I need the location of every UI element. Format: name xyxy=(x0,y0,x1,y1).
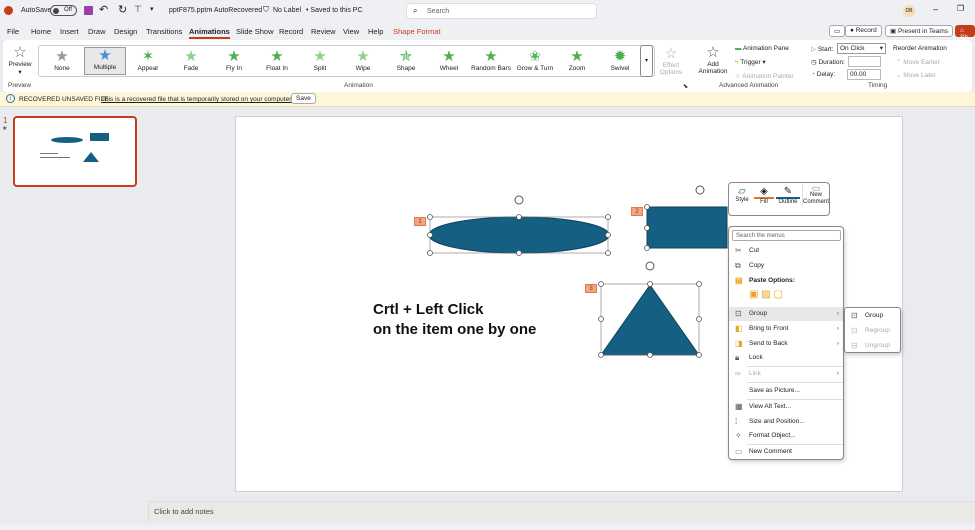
menu-item-send-to-back[interactable]: ◨ Send to Back › xyxy=(729,337,843,351)
menu-item-group[interactable]: ⊡ Group › xyxy=(729,307,843,321)
submenu-regroup-label: Regroup xyxy=(865,327,890,334)
style-button[interactable]: ▱ Style xyxy=(732,186,752,203)
slide-text-line-1: Crtl + Left Click xyxy=(373,301,484,318)
fill-label: Fill xyxy=(760,199,768,205)
menu-item-view-alt-text[interactable]: ▦ View Alt Text... xyxy=(729,400,843,414)
copy-label: Copy xyxy=(749,262,765,269)
link-icon: ∞ xyxy=(735,369,741,378)
menu-item-new-comment[interactable]: ▭ New Comment xyxy=(729,445,843,459)
save-picture-label: Save as Picture... xyxy=(749,387,800,394)
group-icon: ⊡ xyxy=(851,311,858,320)
lock-label: Lock xyxy=(749,354,763,361)
rectangle-shape[interactable] xyxy=(646,206,728,249)
animation-tag-1[interactable]: 1 xyxy=(414,217,426,226)
copy-icon: ⧉ xyxy=(735,261,741,270)
notes-pane[interactable]: Click to add notes xyxy=(148,501,975,522)
context-menu: Search the menus ✂ Cut ⧉ Copy ▤ Paste Optio… xyxy=(728,226,844,460)
menu-search-placeholder: Search the menus xyxy=(736,233,785,239)
new-comment-button[interactable]: ▭ New Comment xyxy=(802,183,830,206)
chevron-right-icon: › xyxy=(836,370,839,377)
regroup-icon: ⊡ xyxy=(851,326,858,335)
menu-item-link: ∞ Link › xyxy=(729,367,843,381)
ellipse-shape[interactable] xyxy=(428,216,610,254)
menu-item-copy[interactable]: ⧉ Copy xyxy=(729,259,843,273)
paste-options-label: Paste Options: xyxy=(749,277,795,284)
format-object-label: Format Object... xyxy=(749,432,796,439)
menu-item-lock[interactable]: 🔒︎ Lock xyxy=(729,351,843,365)
slide-text-line-2: on the item one by one xyxy=(373,321,537,338)
outline-button[interactable]: ✎ Outline xyxy=(776,186,800,205)
fill-icon: ◈ xyxy=(754,186,774,199)
new-comment-label: New Comment xyxy=(803,192,830,205)
menu-item-size-position[interactable]: ⁞ Size and Position... xyxy=(729,415,843,429)
menu-item-cut[interactable]: ✂ Cut xyxy=(729,244,843,258)
animation-tag-2[interactable]: 2 xyxy=(631,207,643,216)
size-position-label: Size and Position... xyxy=(749,418,805,425)
paste-options-heading: ▤ Paste Options: xyxy=(729,274,843,288)
alt-text-icon: ▦ xyxy=(735,402,743,411)
mini-toolbar: ▱ Style ◈ Fill ✎ Outline ▭ New Comment xyxy=(728,182,830,216)
paste-keep-formatting-icon[interactable]: ▣ xyxy=(749,289,758,300)
send-back-icon: ◨ xyxy=(735,339,743,348)
cut-label: Cut xyxy=(749,247,760,254)
group-icon: ⊡ xyxy=(735,309,742,318)
group-label: Group xyxy=(749,310,768,317)
notes-placeholder: Click to add notes xyxy=(154,507,214,516)
ungroup-icon: ⊟ xyxy=(851,341,858,350)
style-icon: ▱ xyxy=(738,186,746,197)
new-comment-icon: ▭ xyxy=(735,447,743,456)
scissors-icon: ✂ xyxy=(735,246,742,255)
group-submenu: ⊡ Group ⊡ Regroup ⊟ Ungroup xyxy=(844,307,901,353)
paste-picture-icon[interactable]: ▨ xyxy=(761,289,770,300)
slide-text[interactable]: Crtl + Left Click on the item one by one xyxy=(373,300,536,340)
submenu-item-group[interactable]: ⊡ Group xyxy=(845,309,900,323)
lock-icon: 🔒︎ xyxy=(735,353,740,362)
new-comment-menu-label: New Comment xyxy=(749,448,792,455)
submenu-group-label: Group xyxy=(865,312,884,319)
submenu-item-regroup: ⊡ Regroup xyxy=(845,324,900,338)
menu-search-input[interactable]: Search the menus xyxy=(732,230,841,241)
chevron-right-icon: › xyxy=(836,310,839,317)
animation-tag-3[interactable]: 3 xyxy=(585,284,597,293)
bring-front-icon: ◧ xyxy=(735,324,743,333)
clipboard-icon: ▤ xyxy=(735,276,743,285)
menu-item-bring-to-front[interactable]: ◧ Bring to Front › xyxy=(729,322,843,336)
submenu-item-ungroup: ⊟ Ungroup xyxy=(845,339,900,353)
size-position-icon: ⁞ xyxy=(735,417,738,426)
bring-front-label: Bring to Front xyxy=(749,325,789,332)
chevron-right-icon: › xyxy=(836,340,839,347)
format-object-icon: ✧ xyxy=(735,431,742,440)
style-label: Style xyxy=(735,197,749,203)
outline-label: Outline xyxy=(778,199,798,205)
status-bar xyxy=(0,524,975,530)
send-back-label: Send to Back xyxy=(749,340,788,347)
paste-options-row: ▣ ▨ ▢ xyxy=(749,289,783,300)
chevron-right-icon: › xyxy=(836,325,839,332)
link-label: Link xyxy=(749,370,761,377)
paste-text-only-icon[interactable]: ▢ xyxy=(773,289,782,300)
outline-icon: ✎ xyxy=(776,186,800,199)
menu-separator xyxy=(747,382,843,383)
menu-item-format-object[interactable]: ✧ Format Object... xyxy=(729,429,843,443)
fill-button[interactable]: ◈ Fill xyxy=(754,186,774,205)
triangle-shape[interactable] xyxy=(600,283,700,356)
menu-item-save-as-picture[interactable]: Save as Picture... xyxy=(729,384,843,398)
alt-text-label: View Alt Text... xyxy=(749,403,792,410)
comment-icon: ▭ xyxy=(811,183,821,193)
submenu-ungroup-label: Ungroup xyxy=(865,342,890,349)
